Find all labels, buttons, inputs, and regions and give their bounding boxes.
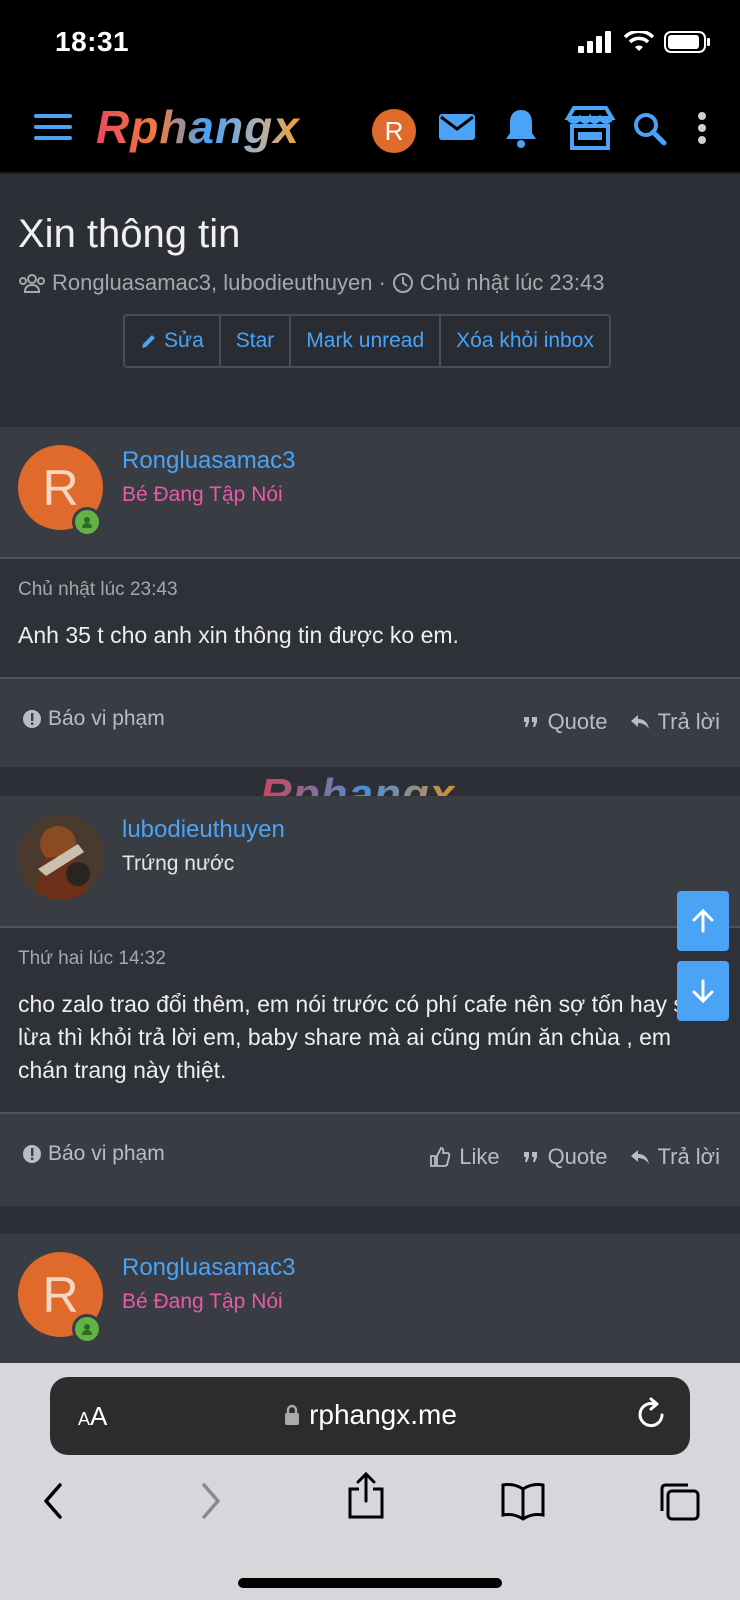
- arrow-down-icon: [692, 979, 714, 1004]
- report-button[interactable]: Báo vi phạm: [22, 707, 165, 731]
- thread-meta: Rongluasamac3, lubodieuthuyen · Chủ nhật…: [18, 270, 604, 296]
- like-label: Like: [459, 1144, 500, 1169]
- alert-icon: [23, 710, 41, 728]
- share-icon[interactable]: [346, 1471, 386, 1521]
- address-bar[interactable]: AA rphangx.me: [50, 1377, 690, 1455]
- post-header: R Rongluasamac3 Bé Đang Tập Nói: [0, 427, 740, 559]
- status-time: 18:31: [55, 26, 130, 57]
- forward-icon[interactable]: [196, 1481, 226, 1521]
- participants[interactable]: Rongluasamac3, lubodieuthuyen: [52, 270, 372, 296]
- battery-icon: [664, 31, 710, 53]
- username[interactable]: lubodieuthuyen: [122, 816, 285, 844]
- quote-button[interactable]: Quote: [522, 709, 608, 735]
- username[interactable]: Rongluasamac3: [122, 1254, 295, 1282]
- edit-label: Sửa: [164, 329, 204, 352]
- site-header: Rphangx R: [0, 88, 740, 174]
- status-bar: 18:31: [0, 0, 740, 88]
- user-title: Trứng nước: [122, 852, 235, 875]
- user-title: Bé Đang Tập Nói: [122, 1290, 283, 1313]
- thread-actions: Sửa Star Mark unread Xóa khỏi inbox: [123, 314, 611, 368]
- post-text: cho zalo trao đổi thêm, em nói trước có …: [18, 991, 700, 1083]
- alert-icon: [23, 1145, 41, 1163]
- post-date[interactable]: Chủ nhật lúc 23:43: [18, 579, 178, 601]
- account-avatar[interactable]: R: [372, 109, 416, 153]
- menu-icon[interactable]: [34, 114, 72, 144]
- post-header: lubodieuthuyen Trứng nước: [0, 796, 740, 928]
- reply-label: Trả lời: [657, 709, 721, 734]
- page-title: Xin thông tin: [18, 212, 241, 256]
- remove-from-inbox-button[interactable]: Xóa khỏi inbox: [441, 316, 609, 366]
- quote-label: Quote: [547, 1144, 608, 1169]
- pencil-icon: [142, 335, 155, 348]
- online-status-icon: [72, 507, 102, 537]
- thread-time[interactable]: Chủ nhật lúc 23:43: [420, 270, 605, 296]
- star-button[interactable]: Star: [221, 316, 292, 366]
- search-icon[interactable]: [632, 104, 668, 152]
- report-label: Báo vi phạm: [48, 1142, 165, 1165]
- signal-icon: [578, 31, 611, 53]
- avatar[interactable]: [18, 814, 104, 900]
- clock-icon: [392, 273, 413, 293]
- thumbs-up-icon: [430, 1147, 451, 1167]
- back-icon[interactable]: [38, 1481, 68, 1521]
- reply-icon: [630, 715, 649, 729]
- store-icon[interactable]: [564, 104, 616, 152]
- reply-button[interactable]: Trả lời: [630, 1144, 721, 1170]
- reload-icon[interactable]: [634, 1397, 668, 1433]
- post-body: Thứ hai lúc 14:32 cho zalo trao đổi thêm…: [0, 928, 740, 1112]
- post-text: Anh 35 t cho anh xin thông tin được ko e…: [18, 622, 459, 648]
- mail-icon[interactable]: [438, 104, 476, 152]
- bookmarks-icon[interactable]: [500, 1481, 546, 1521]
- post: R Rongluasamac3 Bé Đang Tập Nói Chủ nhật…: [0, 427, 740, 767]
- post: R Rongluasamac3 Bé Đang Tập Nói: [0, 1234, 740, 1366]
- user-title: Bé Đang Tập Nói: [122, 483, 283, 506]
- quote-icon: [523, 717, 537, 727]
- online-status-icon: [72, 1314, 102, 1344]
- bell-icon[interactable]: [504, 104, 538, 152]
- reply-label: Trả lời: [657, 1144, 721, 1169]
- scroll-bottom-button[interactable]: [677, 961, 729, 1021]
- quote-icon: [523, 1152, 537, 1162]
- post-actions: Quote Trả lời: [522, 709, 720, 735]
- url-display[interactable]: rphangx.me: [50, 1399, 690, 1431]
- users-icon: [19, 274, 45, 293]
- lock-icon: [285, 1404, 300, 1425]
- status-icons: [578, 30, 712, 54]
- tabs-icon[interactable]: [658, 1481, 702, 1523]
- scroll-top-button[interactable]: [677, 891, 729, 951]
- post-footer: Báo vi phạm Quote Trả lời: [0, 677, 740, 763]
- browser-toolbar: AA rphangx.me: [0, 1363, 740, 1600]
- post-actions: Like Quote Trả lời: [429, 1144, 720, 1170]
- edit-button[interactable]: Sửa: [125, 316, 221, 366]
- quote-label: Quote: [547, 709, 608, 734]
- thread-header: Xin thông tin Rongluasamac3, lubodieuthu…: [0, 176, 740, 422]
- like-button[interactable]: Like: [429, 1144, 500, 1170]
- post-header: R Rongluasamac3 Bé Đang Tập Nói: [0, 1234, 740, 1366]
- more-icon[interactable]: [694, 104, 710, 152]
- report-button[interactable]: Báo vi phạm: [22, 1142, 165, 1166]
- post-body: Chủ nhật lúc 23:43 Anh 35 t cho anh xin …: [0, 559, 740, 677]
- wifi-icon: [624, 31, 654, 51]
- site-logo[interactable]: Rphangx: [96, 100, 300, 154]
- mark-unread-button[interactable]: Mark unread: [291, 316, 442, 366]
- post-date[interactable]: Thứ hai lúc 14:32: [18, 948, 166, 970]
- username[interactable]: Rongluasamac3: [122, 447, 295, 475]
- meta-separator: ·: [378, 270, 386, 295]
- home-indicator: [238, 1578, 502, 1588]
- quote-button[interactable]: Quote: [522, 1144, 608, 1170]
- post-footer: Báo vi phạm Like Quote Trả lời: [0, 1112, 740, 1198]
- report-label: Báo vi phạm: [48, 707, 165, 730]
- post: lubodieuthuyen Trứng nước Thứ hai lúc 14…: [0, 796, 740, 1206]
- reply-button[interactable]: Trả lời: [630, 709, 721, 735]
- arrow-up-icon: [692, 908, 714, 933]
- reply-icon: [630, 1150, 649, 1164]
